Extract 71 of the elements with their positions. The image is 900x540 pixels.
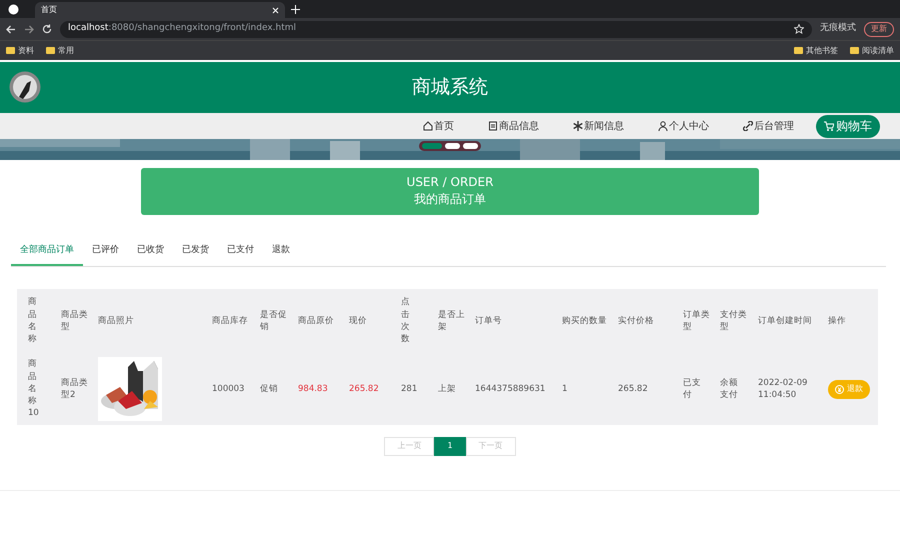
back-icon	[6, 24, 16, 34]
cart-icon	[824, 121, 834, 131]
table-cell-text: 商品类型2	[61, 376, 89, 402]
user-icon	[658, 121, 668, 131]
update-button[interactable]: 更新	[864, 22, 894, 36]
close-icon	[272, 6, 279, 14]
document-icon	[488, 121, 498, 131]
reload-icon	[42, 24, 52, 34]
column-header: 是否促销	[260, 308, 288, 334]
banner-title: 我的商品订单	[413, 191, 487, 208]
order-tab[interactable]: 退款	[263, 240, 299, 266]
column-header: 点击次数	[401, 296, 411, 346]
browser-tab[interactable]: 首页	[35, 2, 285, 18]
banner-subtitle: USER / ORDER	[406, 174, 494, 191]
table-cell: 上架	[438, 382, 456, 396]
tab-title: 首页	[41, 4, 57, 16]
yen-icon	[835, 384, 844, 394]
column-header: 订单类型	[683, 308, 711, 334]
column-header: 商品库存	[212, 314, 248, 328]
avatar-icon	[9, 71, 41, 103]
column-header: 订单号	[475, 314, 502, 328]
column-header: 实付价格	[618, 314, 654, 328]
order-tab[interactable]: 已发货	[173, 240, 218, 266]
site-title: 商城系统	[412, 75, 488, 100]
nav-link[interactable]: 首页	[411, 118, 466, 134]
new-tab-icon	[291, 5, 300, 14]
page-button[interactable]: 1	[434, 436, 466, 456]
column-header: 商品名称	[28, 296, 38, 346]
link-icon	[743, 121, 753, 131]
table-cell: 265.82	[618, 382, 648, 396]
nav-link[interactable]: 商品信息	[476, 118, 551, 134]
column-header: 支付类型	[720, 308, 748, 334]
star-icon	[794, 24, 804, 34]
order-tab[interactable]: 已收货	[128, 240, 173, 266]
bookmark[interactable]: 其他书签	[794, 44, 838, 56]
table-cell: 265.82	[349, 382, 379, 396]
column-header: 订单创建时间	[758, 314, 812, 328]
snowflake-icon	[573, 121, 583, 131]
column-header: 是否上架	[438, 308, 466, 334]
column-header: 操作	[828, 314, 846, 328]
address-bar[interactable]: localhost:8080/shangchengxitong/front/index.html	[60, 20, 812, 38]
table-cell: 促销	[260, 382, 278, 396]
table-cell: 984.83	[298, 382, 328, 396]
column-header: 商品类型	[61, 308, 89, 334]
bookmark[interactable]: 常用	[46, 44, 74, 56]
column-header: 商品原价	[298, 314, 334, 328]
table-cell: 281	[401, 382, 418, 396]
nav-link[interactable]: 个人中心	[646, 118, 721, 134]
bookmark[interactable]: 阅读清单	[850, 44, 894, 56]
table-cell: 100003	[212, 382, 244, 396]
cart-button[interactable]: 购物车	[816, 114, 880, 138]
order-tab[interactable]: 全部商品订单	[11, 240, 83, 266]
browser-logo-icon	[8, 4, 19, 15]
bookmark[interactable]: 资料	[6, 44, 34, 56]
order-tab[interactable]: 已支付	[218, 240, 263, 266]
url-text: localhost:8080/shangchengxitong/front/index.html	[68, 22, 296, 36]
table-cell: 1644375889631	[475, 382, 546, 396]
column-header: 商品照片	[98, 314, 134, 328]
forward-icon	[24, 24, 34, 34]
nav-link[interactable]: 新闻信息	[561, 118, 636, 134]
column-header: 购买的数量	[562, 314, 607, 328]
nav-link[interactable]: 后台管理	[731, 118, 806, 134]
table-cell-text: 已支付	[683, 376, 702, 402]
home-icon	[423, 121, 433, 131]
profile-label[interactable]: 无痕模式	[820, 22, 856, 36]
table-cell: 1	[562, 382, 568, 396]
table-cell-text: 余额支付	[720, 376, 739, 402]
table-cell: 商品名称10	[28, 358, 40, 420]
column-header: 现价	[349, 314, 367, 328]
order-tab[interactable]: 已评价	[83, 240, 128, 266]
table-cell-text: 2022-02-09 11:04:50	[758, 376, 808, 402]
